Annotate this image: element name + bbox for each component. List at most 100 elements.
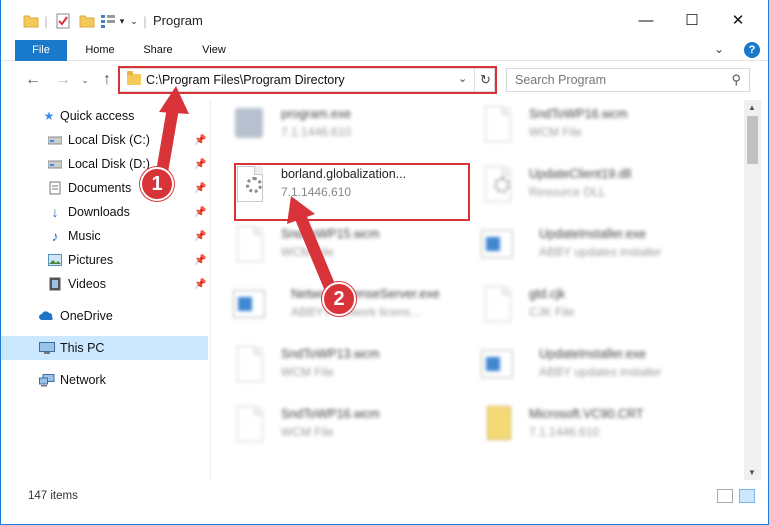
divider: | <box>44 13 48 29</box>
help-icon[interactable]: ? <box>744 42 760 58</box>
file-name: SndToWP15.wcm <box>281 227 380 241</box>
music-icon: ♪ <box>51 228 59 244</box>
search-icon[interactable]: ⚲ <box>731 72 741 88</box>
pictures-icon <box>47 253 63 267</box>
chevron-down-icon[interactable]: ⌄ <box>458 72 467 85</box>
file-tile[interactable]: UpdateInstaller.exe ABBY updates install… <box>461 220 701 276</box>
up-arrow-icon: ↑ <box>103 71 111 88</box>
step-2-badge: 2 <box>322 282 356 316</box>
new-folder-icon[interactable] <box>79 12 95 30</box>
pin-icon[interactable]: 📌 <box>194 231 206 242</box>
application-icon <box>233 286 265 326</box>
sidebar-item-this-pc[interactable]: This PC <box>1 336 208 360</box>
file-name: program.exe <box>281 107 352 121</box>
settings-file-icon <box>481 166 513 206</box>
minimize-button[interactable]: — <box>623 0 669 40</box>
ribbon-tabs: File Home Share View ⌄ ? <box>1 40 768 61</box>
file-name: UpdateClient19.dll <box>529 167 632 181</box>
navigation-bar: ← → ⌄ ↑ C:\Program Files\Program Directo… <box>1 62 768 98</box>
large-icons-view-icon[interactable] <box>739 489 755 503</box>
close-button[interactable]: ✕ <box>715 0 761 40</box>
address-path[interactable]: C:\Program Files\Program Directory <box>146 73 345 87</box>
pin-icon[interactable]: 📌 <box>194 207 206 218</box>
search-box[interactable]: ⚲ <box>506 68 750 92</box>
sidebar-item-label: Quick access <box>60 109 135 123</box>
recent-locations-button[interactable]: ⌄ <box>73 68 97 92</box>
sidebar-item-label: Downloads <box>68 205 130 219</box>
pin-icon[interactable]: 📌 <box>194 279 206 290</box>
application-icon <box>481 346 513 386</box>
minimize-icon: — <box>638 11 654 29</box>
chevron-down-icon[interactable]: ⌄ <box>129 12 139 30</box>
sidebar-item-downloads[interactable]: ↓ Downloads 📌 <box>1 200 208 224</box>
forward-arrow-icon: → <box>55 71 71 88</box>
pin-icon[interactable]: 📌 <box>194 159 206 170</box>
refresh-button[interactable]: ↻ <box>474 69 496 91</box>
forward-button[interactable]: → <box>51 68 75 92</box>
sidebar-item-network[interactable]: Network <box>1 368 208 392</box>
sidebar-item-local-disk-c[interactable]: Local Disk (C:) 📌 <box>1 128 208 152</box>
file-tile[interactable]: SndToWP16.wcm WCM File <box>461 100 701 156</box>
sidebar-item-label: Documents <box>68 181 132 195</box>
file-tile[interactable]: SndToWP16.wcm WCM File <box>213 400 453 456</box>
address-bar[interactable]: C:\Program Files\Program Directory ⌄ ↻ <box>119 68 495 92</box>
chevron-down-icon: ⌄ <box>81 74 89 85</box>
file-tile-selected[interactable]: borland.globalization... 7.1.1446.610 <box>213 160 453 216</box>
sidebar-item-label: This PC <box>60 341 105 355</box>
document-icon <box>481 286 513 326</box>
up-button[interactable]: ↑ <box>95 68 119 92</box>
tab-share[interactable]: Share <box>135 40 181 61</box>
pin-icon[interactable]: 📌 <box>194 183 206 194</box>
divider: | <box>143 13 147 29</box>
folder-icon[interactable] <box>23 12 39 30</box>
sidebar-item-quick-access[interactable]: ★ Quick access <box>1 104 208 128</box>
item-count: 147 items <box>28 490 78 502</box>
details-view-icon[interactable] <box>717 489 733 503</box>
tab-file[interactable]: File <box>15 40 67 61</box>
pin-icon[interactable]: 📌 <box>194 255 206 266</box>
file-detail: Resource DLL <box>529 185 606 199</box>
file-explorer-window: | ▾ ⌄ | Program — ☐ ✕ File Home Share Vi… <box>0 0 769 525</box>
customize-view-icon[interactable] <box>99 12 117 30</box>
sidebar-item-local-disk-d[interactable]: Local Disk (D:) 📌 <box>1 152 208 176</box>
file-tile[interactable]: program.exe 7.1.1446.610 <box>213 100 453 156</box>
file-tile[interactable]: Microsoft.VC90.CRT 7.1.1446.610 <box>461 400 701 456</box>
file-tile[interactable]: SndToWP13.wcm WCM File <box>213 340 453 396</box>
file-detail: 7.1.1446.610 <box>281 185 352 199</box>
properties-icon[interactable] <box>55 12 71 30</box>
file-detail: 7.1.1446.610 <box>281 125 352 139</box>
file-name: gtd.cjk <box>529 287 566 301</box>
tab-view[interactable]: View <box>191 40 237 61</box>
maximize-button[interactable]: ☐ <box>669 0 715 40</box>
sidebar-item-label: Network <box>60 373 106 387</box>
file-tile[interactable]: UpdateInstaller.exe ABBY updates install… <box>461 340 701 396</box>
sidebar-item-music[interactable]: ♪ Music 📌 <box>1 224 208 248</box>
tab-home[interactable]: Home <box>77 40 123 61</box>
pin-icon[interactable]: 📌 <box>194 135 206 146</box>
sidebar-item-pictures[interactable]: Pictures 📌 <box>1 248 208 272</box>
back-button[interactable]: ← <box>21 68 45 92</box>
sidebar-item-documents[interactable]: Documents 📌 <box>1 176 208 200</box>
sidebar-item-label: Videos <box>68 277 106 291</box>
search-input[interactable] <box>515 72 715 88</box>
sidebar-item-onedrive[interactable]: OneDrive <box>1 304 208 328</box>
file-detail: ABBY updates installer <box>539 365 662 379</box>
step-1-badge: 1 <box>140 167 174 201</box>
drive-icon <box>47 157 63 171</box>
file-tile[interactable]: SndToWP15.wcm WCM File <box>213 220 453 276</box>
dropdown-icon[interactable]: ▾ <box>117 12 127 30</box>
file-detail: ABBY updates installer <box>539 245 662 259</box>
scrollbar-thumb[interactable] <box>747 116 758 164</box>
expand-ribbon-icon[interactable]: ⌄ <box>714 42 724 56</box>
file-tile[interactable]: UpdateClient19.dll Resource DLL <box>461 160 701 216</box>
pane-divider <box>210 100 211 480</box>
vertical-scrollbar[interactable]: ▲ ▼ <box>744 100 761 480</box>
videos-icon <box>47 277 63 291</box>
sidebar-item-label: Local Disk (D:) <box>68 157 150 171</box>
archive-icon <box>481 406 513 446</box>
file-name: UpdateInstaller.exe <box>539 227 647 241</box>
scroll-up-icon[interactable]: ▲ <box>748 103 756 112</box>
sidebar-item-videos[interactable]: Videos 📌 <box>1 272 208 296</box>
file-tile[interactable]: gtd.cjk CJK File <box>461 280 701 336</box>
scroll-down-icon[interactable]: ▼ <box>748 468 756 477</box>
